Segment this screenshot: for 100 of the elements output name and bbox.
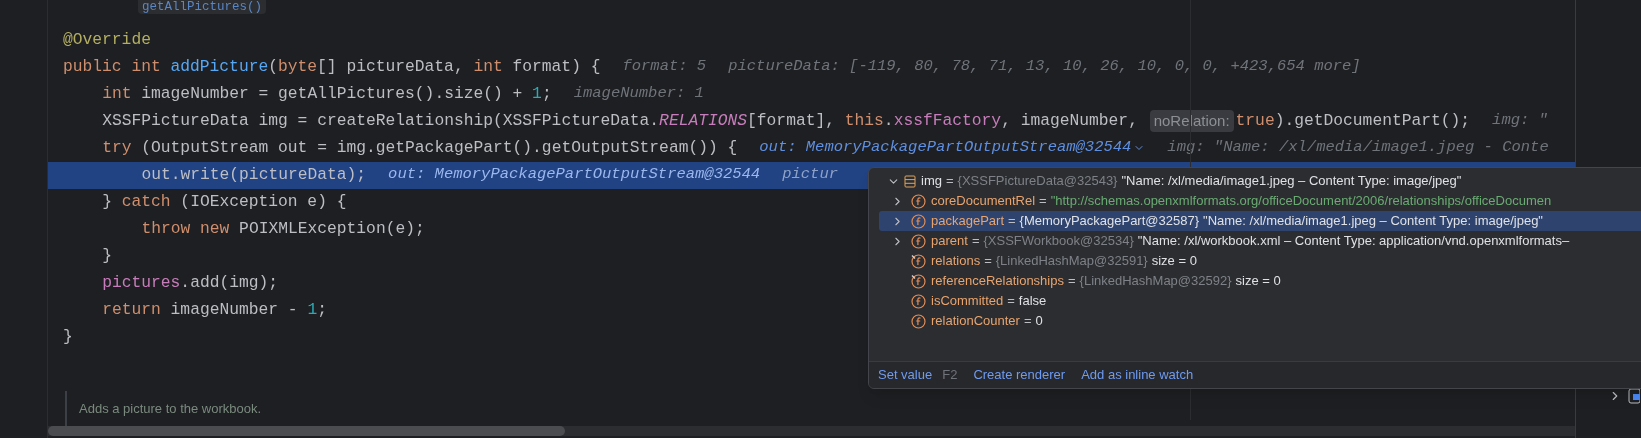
code-token: , imageNumber,	[1001, 109, 1139, 132]
field-value: false	[1018, 292, 1047, 311]
code-token: int	[131, 55, 162, 78]
code-token: xssfFactory	[893, 109, 1002, 132]
field-type: {LinkedHashMap@32591}	[995, 252, 1148, 271]
code-token: 1	[307, 299, 318, 322]
popup-action-link[interactable]: Create renderer	[973, 365, 1066, 385]
code-token: ).getDocumentPart();	[1274, 109, 1471, 132]
code-token: imageNumber = getAllPictures().size() +	[141, 82, 524, 105]
field-icon	[911, 213, 926, 229]
code-token: (IOException e) {	[180, 190, 347, 213]
field-value: size = 0	[1151, 252, 1197, 271]
field-name: isCommitted	[931, 292, 1004, 311]
code-token: pictures	[102, 272, 181, 294]
code-token: addPicture	[170, 55, 269, 78]
code-token: @Override	[63, 28, 151, 51]
field-name: coreDocumentRel	[931, 192, 1036, 211]
code-token: RELATIONS	[659, 109, 748, 132]
inline-value-hint[interactable]: img: "Name: /xl/media/image1.jpeg - Conte	[1167, 136, 1549, 160]
code-token: imageNumber -	[170, 299, 299, 322]
field-icon	[911, 313, 926, 329]
shortcut-label: F2	[942, 366, 958, 385]
popup-action-link[interactable]: Set value	[878, 365, 933, 385]
code-token: 1	[532, 82, 542, 105]
field-name: referenceRelationships	[931, 272, 1064, 291]
field-type: {MemoryPackagePart@32587}	[1019, 212, 1199, 231]
code-token: this	[844, 109, 884, 132]
field-value: 0	[1035, 312, 1043, 331]
inline-value-hint[interactable]: format: 5	[622, 55, 707, 79]
code-token: [format],	[747, 109, 836, 132]
field-name: relations	[931, 252, 981, 271]
code-token: byte	[278, 55, 318, 78]
code-token: .add(img);	[180, 272, 279, 294]
variable-name: img	[921, 172, 942, 191]
code-token: POIXMLException(e);	[239, 217, 425, 240]
code-token: }	[63, 326, 73, 349]
panel-icon[interactable]	[1627, 388, 1640, 404]
inline-value-hint[interactable]: img: "	[1492, 109, 1548, 133]
parameter-hint: noRelation:	[1149, 109, 1234, 133]
inline-value-hint[interactable]: pictur	[782, 163, 838, 187]
inline-value-hint[interactable]: imageNumber: 1	[573, 82, 704, 106]
popup-action-link[interactable]: Add as inline watch	[1081, 365, 1194, 385]
code-token: format) {	[512, 55, 601, 78]
field-value: "Name: /xl/media/image1.jpeg – Content Type: image/jpeg"	[1203, 212, 1543, 231]
code-token: .	[883, 109, 894, 132]
field-value: "Name: /xl/workbook.xml – Content Type: application/vnd.openxmlformats–	[1137, 232, 1570, 251]
tree-row[interactable]: isCommitted = false	[879, 291, 1641, 311]
code-token: try	[102, 136, 133, 159]
field-name: relationCounter	[931, 312, 1020, 331]
object-icon	[904, 174, 916, 188]
inline-value-hint[interactable]: out: MemoryPackagePartOutputStream@32544	[388, 163, 761, 187]
code-token: (	[268, 55, 278, 78]
code-token: }	[102, 190, 113, 213]
code-token: catch	[121, 190, 172, 213]
field-name: parent	[931, 232, 968, 251]
code-token: throw	[141, 217, 192, 240]
equals-sign: =	[945, 172, 954, 191]
code-token: [] pictureData,	[317, 55, 465, 78]
equals-sign: =	[1067, 272, 1076, 291]
equals-sign: =	[984, 252, 992, 271]
code-lens-hint[interactable]: getAllPictures()	[138, 0, 267, 14]
code-token: public	[63, 55, 123, 78]
variable-value: "Name: /xl/media/image1.jpeg – Content Type: image/jpeg"	[1121, 172, 1462, 191]
code-token: int	[102, 82, 133, 105]
equals-sign: =	[1023, 312, 1032, 331]
field-icon	[911, 253, 926, 269]
tree-row[interactable]: parent = {XSSFWorkbook@32534} "Name: /xl/workbook.xml – Content Type: application/vnd.openxmlformats–	[879, 231, 1641, 251]
scrollbar-thumb[interactable]	[48, 426, 565, 437]
variable-type: {XSSFPictureData@32543}	[957, 172, 1118, 191]
code-token: XSSFPictureData img = createRelationship(XSSFPictureData.	[102, 109, 660, 132]
code-token: (OutputStream out = img.getPackagePart().getOutputStream()) {	[141, 136, 738, 159]
field-type: {XSSFWorkbook@32534}	[983, 232, 1134, 251]
code-token: return	[102, 299, 162, 322]
equals-sign: =	[1007, 292, 1015, 311]
inline-value-hint[interactable]: pictureData: [-119, 80, 78, 71, 13, 10, 26, 10, 0, 0, +423,654 more]	[728, 55, 1361, 79]
selected-tree-row[interactable]: packagePart = {MemoryPackagePart@32587} "Name: /xl/media/image1.jpeg – Content Type: image/jpeg"	[879, 211, 1641, 231]
tree-row[interactable]: relations = {LinkedHashMap@32591} size = 0	[879, 251, 1641, 271]
inline-value-hint[interactable]: out: MemoryPackagePartOutputStream@32544	[759, 136, 1146, 160]
tree-row[interactable]: relationCounter = 0	[879, 311, 1641, 331]
doc-comment: Adds a picture to the workbook.	[79, 399, 262, 418]
code-token: ;	[317, 299, 327, 322]
equals-sign: =	[1039, 192, 1047, 211]
code-token: int	[473, 55, 504, 78]
field-icon	[911, 273, 926, 289]
field-name: packagePart	[931, 212, 1004, 231]
field-type: {LinkedHashMap@32592}	[1079, 272, 1232, 291]
field-value: "http://schemas.openxmlformats.org/officeDocument/2006/relationships/officeDocumen	[1050, 192, 1552, 211]
field-value: size = 0	[1235, 272, 1281, 291]
equals-sign: =	[1008, 212, 1016, 231]
code-token: }	[102, 245, 112, 267]
code-token: out.write(pictureData);	[141, 163, 367, 186]
field-icon	[911, 233, 926, 249]
code-token: true	[1235, 109, 1275, 132]
code-token: new	[200, 217, 231, 240]
tree-row[interactable]: coreDocumentRel = "http://schemas.openxmlformats.org/officeDocument/2006/relationships/officeDocumen	[879, 191, 1641, 211]
tree-row[interactable]: referenceRelationships = {LinkedHashMap@32592} size = 0	[879, 271, 1641, 291]
field-icon	[911, 293, 926, 309]
equals-sign: =	[971, 232, 980, 251]
code-token: ;	[541, 82, 552, 105]
field-icon	[911, 193, 926, 209]
